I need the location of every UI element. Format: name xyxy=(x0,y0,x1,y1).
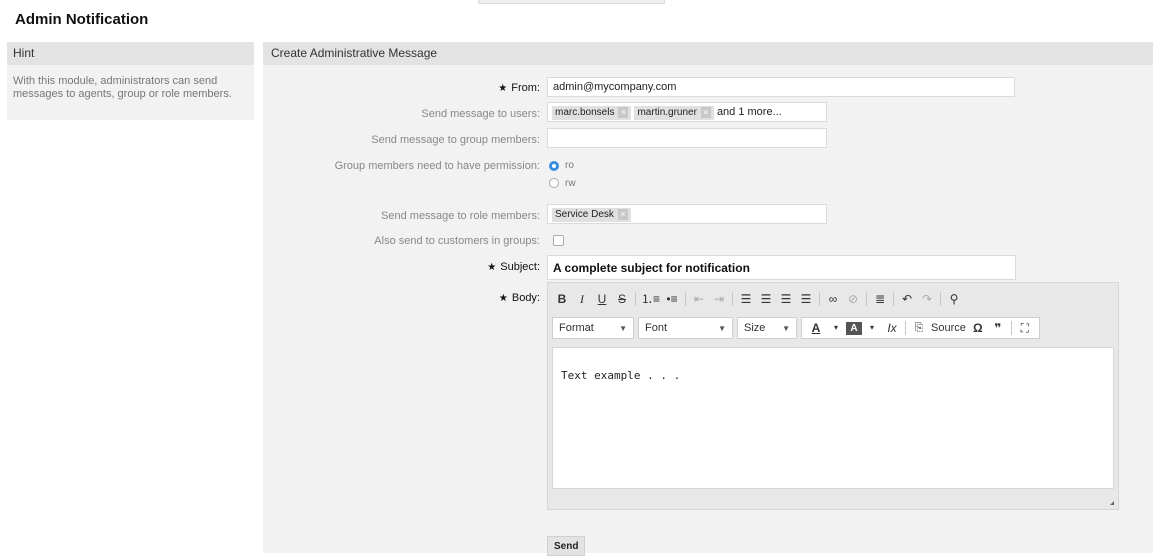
resize-grip-icon[interactable] xyxy=(1110,501,1114,505)
toolbar-separator xyxy=(905,321,906,335)
role-tag: Service Desk × xyxy=(552,208,631,222)
toolbar-separator xyxy=(732,292,734,306)
body-text-area[interactable]: Text example . . . xyxy=(552,347,1114,489)
roles-field[interactable]: Service Desk × xyxy=(547,204,827,224)
bold-icon[interactable]: B xyxy=(552,289,572,309)
numbered-list-icon[interactable]: ⒈≡ xyxy=(639,289,662,309)
required-star-icon: ★ xyxy=(498,293,508,304)
maximize-icon[interactable]: ⛶ xyxy=(1015,318,1035,338)
background-color-icon[interactable]: A xyxy=(846,321,862,335)
undo-icon[interactable]: ↶ xyxy=(897,289,917,309)
link-icon[interactable]: ∞ xyxy=(823,289,843,309)
radio-rw[interactable] xyxy=(549,178,559,188)
hint-text: With this module, administrators can sen… xyxy=(13,75,232,100)
roles-label: Send message to role members: xyxy=(381,210,540,222)
toolbar-separator xyxy=(1010,321,1012,335)
permission-label: Group members need to have permission: xyxy=(334,160,540,172)
unlink-icon[interactable]: ⊘ xyxy=(843,289,863,309)
font-dropdown[interactable]: Font ▼ xyxy=(638,317,733,339)
chevron-down-icon[interactable]: ▾ xyxy=(826,318,846,338)
users-label: Send message to users: xyxy=(421,108,540,120)
bulleted-list-icon[interactable]: •≡ xyxy=(662,289,682,309)
special-char-icon[interactable]: Ω xyxy=(968,318,988,338)
user-tag: martin.gruner × xyxy=(634,106,714,120)
editor-toolbar-row-2: Format ▼ Font ▼ Size ▼ A ▾ A ▾ Ix ⎘ Source … xyxy=(552,316,1040,340)
required-star-icon: ★ xyxy=(487,262,497,273)
editor-toolbar-row-1: B I U S ⒈≡ •≡ ⇤ ⇥ ☰ ☰ ☰ ☰ ∞ ⊘ ≣ ↶ ↷ ⚲ xyxy=(552,287,964,311)
radio-ro-label: ro xyxy=(565,160,574,171)
radio-ro[interactable] xyxy=(549,161,559,171)
toolbar-separator xyxy=(635,292,636,306)
toolbar-separator xyxy=(893,292,895,306)
groups-field[interactable] xyxy=(547,128,827,148)
strikethrough-icon[interactable]: S xyxy=(612,289,632,309)
blockquote-icon[interactable]: ❞ xyxy=(988,318,1008,338)
source-icon[interactable]: ⎘ xyxy=(909,318,929,338)
size-dropdown[interactable]: Size ▼ xyxy=(737,317,797,339)
toolbar-separator xyxy=(866,292,868,306)
outdent-icon[interactable]: ⇤ xyxy=(689,289,709,309)
indent-icon[interactable]: ⇥ xyxy=(709,289,729,309)
source-button[interactable]: Source xyxy=(929,318,968,338)
align-center-icon[interactable]: ☰ xyxy=(756,289,776,309)
chevron-down-icon: ▼ xyxy=(782,323,790,333)
format-dropdown[interactable]: Format ▼ xyxy=(552,317,634,339)
remove-tag-icon[interactable]: × xyxy=(618,107,629,118)
groups-label: Send message to group members: xyxy=(371,134,540,146)
italic-icon[interactable]: I xyxy=(572,289,592,309)
subject-field[interactable]: A complete subject for notification xyxy=(547,255,1016,280)
align-right-icon[interactable]: ☰ xyxy=(776,289,796,309)
remove-format-icon[interactable]: Ix xyxy=(882,318,902,338)
body-label: ★ Body: xyxy=(498,292,540,304)
more-users-link[interactable]: and 1 more... xyxy=(717,106,782,118)
panel-header: Create Administrative Message xyxy=(263,42,1153,65)
page-title: Admin Notification xyxy=(15,11,149,28)
subject-label: ★ Subject: xyxy=(487,261,540,273)
search-icon[interactable]: ⚲ xyxy=(944,289,964,309)
hint-header: Hint xyxy=(7,42,254,65)
chevron-down-icon[interactable]: ▾ xyxy=(862,318,882,338)
align-left-icon[interactable]: ☰ xyxy=(736,289,756,309)
redo-icon[interactable]: ↷ xyxy=(917,289,937,309)
from-label: ★ From: xyxy=(498,82,540,94)
remove-tag-icon[interactable]: × xyxy=(617,209,628,220)
toolbar-separator xyxy=(819,292,821,306)
from-field[interactable]: admin@mycompany.com xyxy=(547,77,1015,97)
chevron-down-icon: ▼ xyxy=(619,323,627,333)
customers-checkbox[interactable] xyxy=(553,235,564,246)
toolbar-separator xyxy=(940,292,942,306)
toolbar-separator xyxy=(685,292,687,306)
chevron-down-icon: ▼ xyxy=(718,323,726,333)
required-star-icon: ★ xyxy=(498,83,508,94)
remove-tag-icon[interactable]: × xyxy=(700,107,711,118)
align-justify-icon[interactable]: ☰ xyxy=(796,289,816,309)
create-message-panel: Create Administrative Message ★ From: adm… xyxy=(263,42,1153,556)
top-tab-stub xyxy=(478,0,665,4)
hint-sidebar: Hint With this module, administrators ca… xyxy=(7,42,254,120)
body-editor: B I U S ⒈≡ •≡ ⇤ ⇥ ☰ ☰ ☰ ☰ ∞ ⊘ ≣ ↶ ↷ ⚲ Fo… xyxy=(547,282,1119,510)
send-button[interactable]: Send xyxy=(547,536,586,556)
radio-rw-label: rw xyxy=(565,178,576,189)
text-color-icon[interactable]: A xyxy=(806,318,826,338)
user-tag: marc.bonsels × xyxy=(552,106,632,120)
users-field[interactable]: marc.bonsels × martin.gruner × and 1 more... xyxy=(547,102,827,122)
editor-tools-group: A ▾ A ▾ Ix ⎘ Source Ω ❞ ⛶ xyxy=(801,317,1040,339)
underline-icon[interactable]: U xyxy=(592,289,612,309)
customers-label: Also send to customers in groups: xyxy=(374,235,540,247)
horizontal-rule-icon[interactable]: ≣ xyxy=(870,289,890,309)
